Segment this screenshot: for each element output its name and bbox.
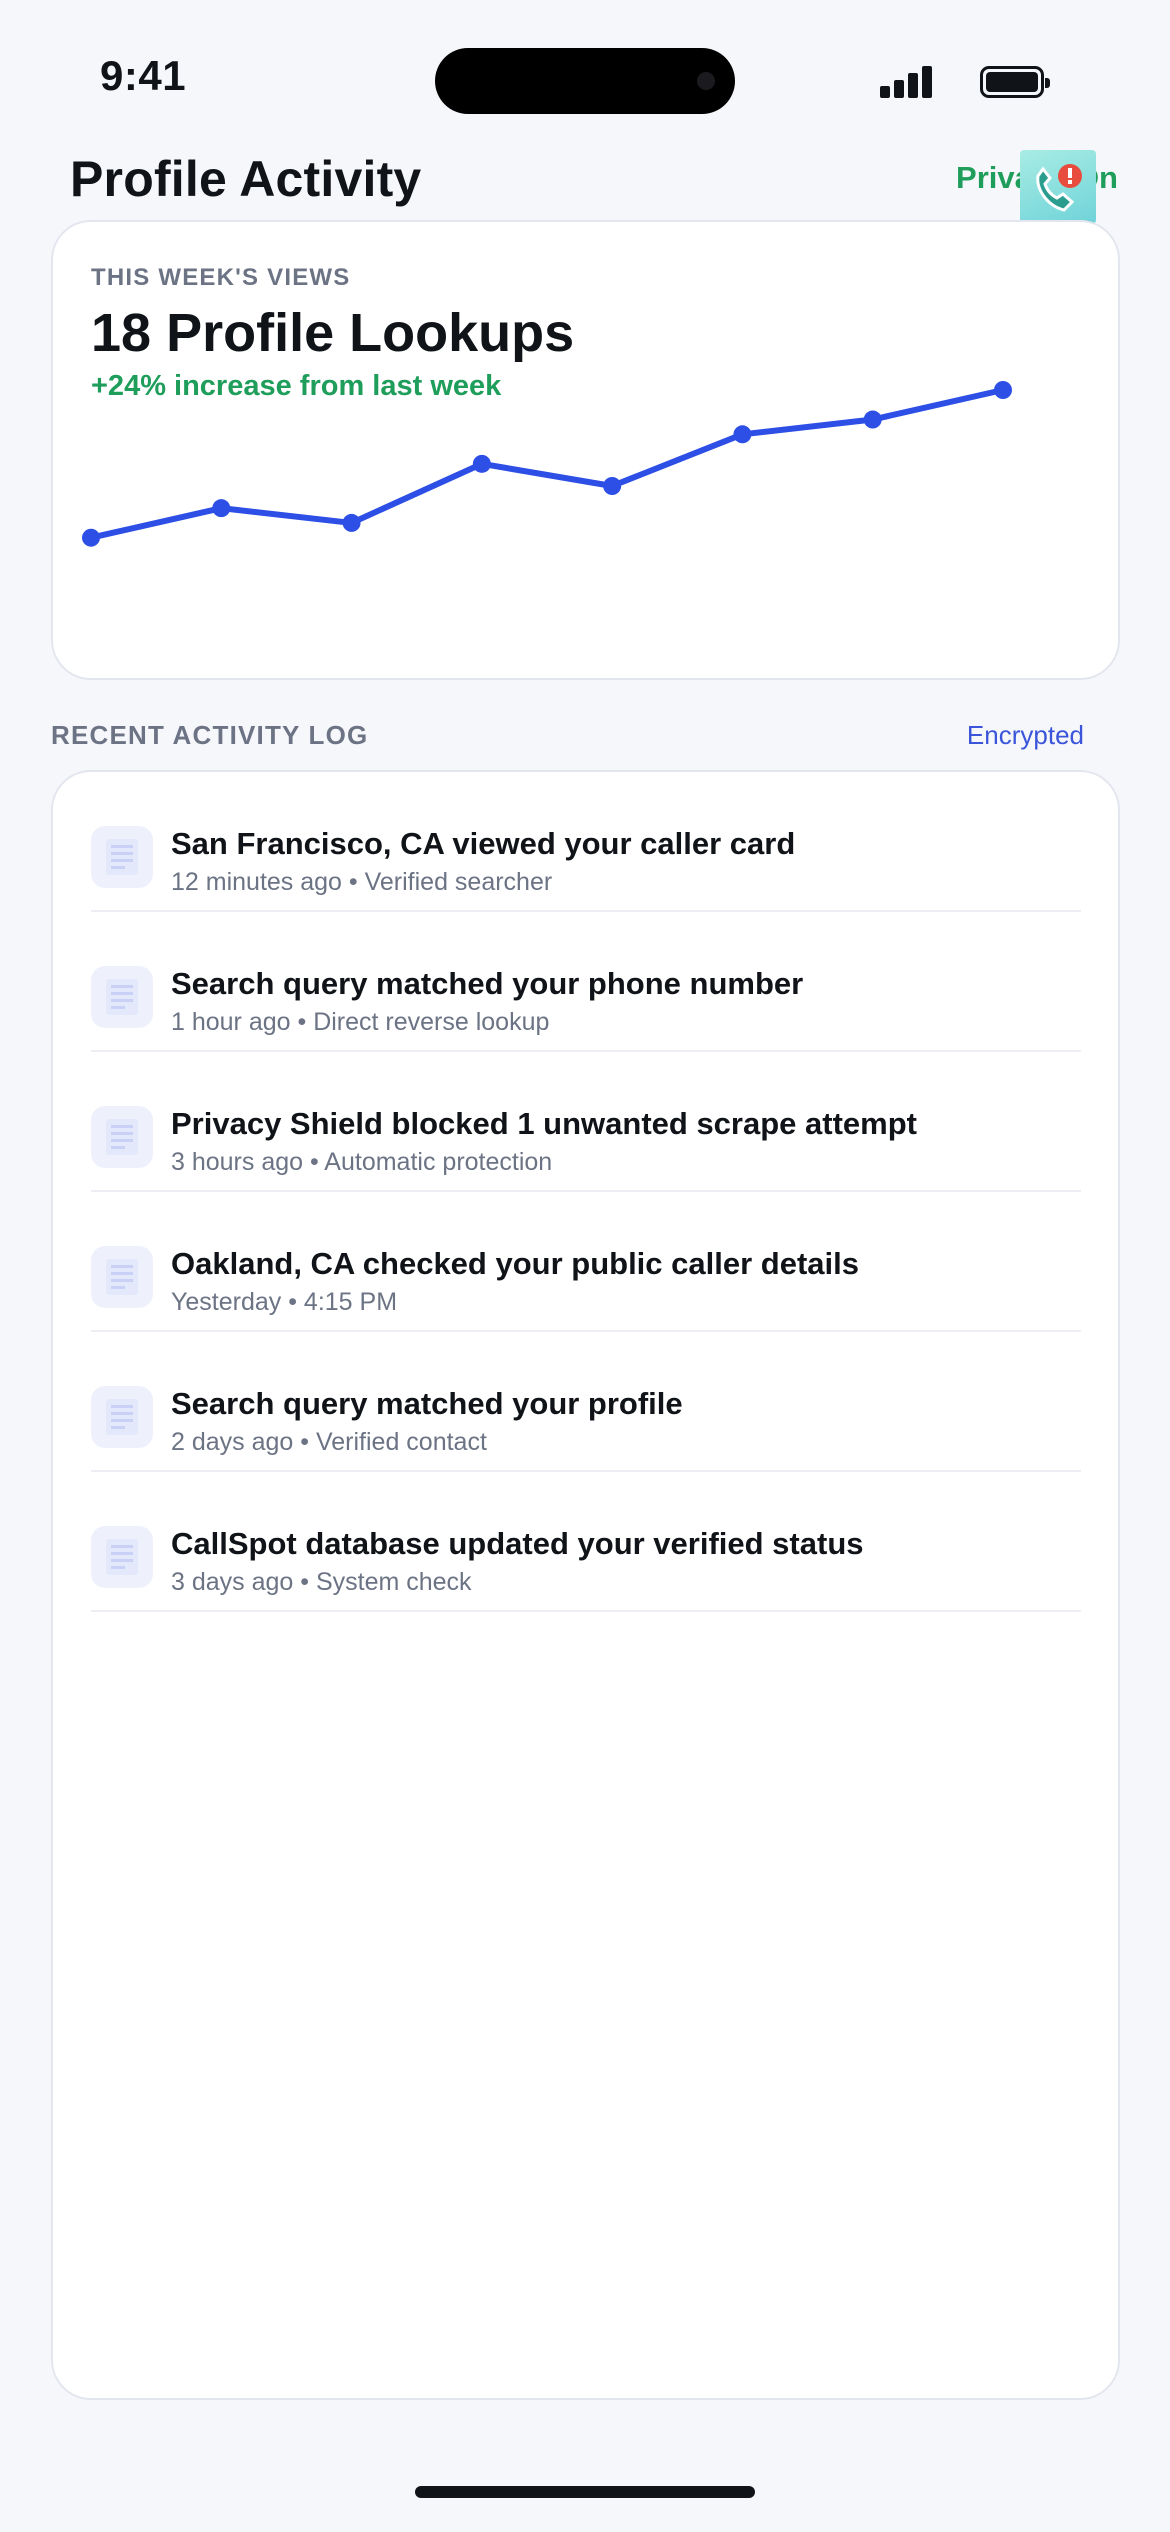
list-item-meta: 3 days ago • System check — [171, 1568, 472, 1596]
document-list-icon — [91, 1246, 153, 1308]
list-item[interactable]: Search query matched your profile 2 days … — [91, 1332, 1081, 1472]
document-list-icon — [91, 826, 153, 888]
camera-icon — [697, 72, 715, 90]
list-item[interactable]: San Francisco, CA viewed your caller car… — [91, 772, 1081, 912]
list-item[interactable]: Oakland, CA checked your public caller d… — [91, 1192, 1081, 1332]
phone-alert-icon[interactable] — [1020, 150, 1096, 224]
list-item-title: Search query matched your profile — [171, 1386, 683, 1421]
list-item-meta: 3 hours ago • Automatic protection — [171, 1148, 553, 1176]
chart-point-8 — [994, 381, 1012, 399]
chart-point-1 — [82, 528, 100, 547]
dynamic-island — [435, 48, 735, 114]
chart-point-7 — [863, 410, 882, 429]
encrypted-tag[interactable]: Encrypted — [967, 720, 1084, 751]
weekly-views-card: THIS WEEK'S VIEWS 18 Profile Lookups +24… — [51, 220, 1120, 680]
list-item-title: Oakland, CA checked your public caller d… — [171, 1246, 859, 1281]
document-list-icon — [91, 1386, 153, 1448]
chart-point-4 — [472, 454, 491, 473]
list-item-title: San Francisco, CA viewed your caller car… — [171, 826, 796, 861]
document-list-icon — [91, 966, 153, 1028]
list-item-title: CallSpot database updated your verified … — [171, 1526, 864, 1561]
list-item-meta: 2 days ago • Verified contact — [171, 1428, 487, 1456]
list-item-title: Privacy Shield blocked 1 unwanted scrape… — [171, 1106, 917, 1141]
list-item-meta: Yesterday • 4:15 PM — [171, 1288, 398, 1316]
document-list-icon — [91, 1526, 153, 1588]
battery-icon — [980, 66, 1050, 98]
activity-section-title: RECENT ACTIVITY LOG — [51, 720, 369, 750]
status-time: 9:41 — [100, 52, 187, 99]
list-item-meta: 12 minutes ago • Verified searcher — [171, 868, 553, 896]
list-item-title: Search query matched your phone number — [171, 966, 804, 1001]
activity-log-card: San Francisco, CA viewed your caller car… — [51, 770, 1120, 2400]
signal-icon — [880, 66, 932, 98]
home-indicator[interactable] — [415, 2486, 755, 2498]
profile-activity-screen: 9:41 Profile Activity Privacy On THIS WE… — [0, 0, 1170, 2532]
list-item-meta: 1 hour ago • Direct reverse lookup — [171, 1008, 550, 1036]
document-list-icon — [91, 1106, 153, 1168]
chart-point-6 — [733, 425, 752, 444]
chart-point-2 — [212, 499, 231, 518]
chart-point-3 — [342, 513, 361, 532]
list-item[interactable]: CallSpot database updated your verified … — [91, 1472, 1081, 1612]
list-item[interactable]: Privacy Shield blocked 1 unwanted scrape… — [91, 1052, 1081, 1192]
weekly-views-chart — [82, 381, 1012, 547]
page-title: Profile Activity — [70, 151, 422, 207]
chart-series-line — [88, 387, 1006, 541]
chart-point-5 — [603, 477, 622, 495]
activity-list: San Francisco, CA viewed your caller car… — [91, 772, 1081, 1612]
list-item[interactable]: Search query matched your phone number 1 … — [91, 912, 1081, 1052]
